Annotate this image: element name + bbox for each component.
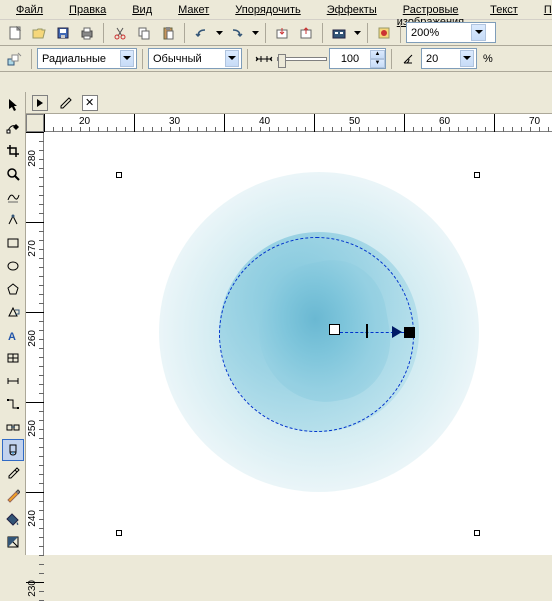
percent-label: % <box>483 53 493 65</box>
menu-text[interactable]: Текст <box>478 2 530 17</box>
undo-button[interactable] <box>190 22 212 44</box>
menu-effects[interactable]: Эффекты <box>315 2 389 17</box>
new-doc-button[interactable] <box>4 22 26 44</box>
blend-mode-dropdown[interactable] <box>225 50 239 67</box>
table-tool[interactable] <box>2 347 24 369</box>
midpoint-icon <box>253 48 275 70</box>
eyedropper-tool[interactable] <box>2 462 24 484</box>
ruler-corner <box>26 114 44 132</box>
steps-input[interactable] <box>426 53 460 65</box>
blend-mode-combo[interactable] <box>148 48 242 69</box>
basic-shapes-tool[interactable] <box>2 301 24 323</box>
save-button[interactable] <box>52 22 74 44</box>
copy-button[interactable] <box>133 22 155 44</box>
selection-handle-br[interactable] <box>474 530 480 536</box>
menu-bitmaps[interactable]: Растровые изображения <box>391 2 476 17</box>
ellipse-tool[interactable] <box>2 255 24 277</box>
transparency-ellipse[interactable] <box>219 237 414 432</box>
fill-tool[interactable] <box>2 508 24 530</box>
rectangle-tool[interactable] <box>2 232 24 254</box>
open-button[interactable] <box>28 22 50 44</box>
gradient-midpoint-handle[interactable] <box>366 324 368 338</box>
selection-handle-tr[interactable] <box>474 172 480 178</box>
zoom-dropdown[interactable] <box>471 24 486 41</box>
svg-text:A: A <box>8 331 16 342</box>
color-well-none[interactable] <box>82 95 98 111</box>
angle-icon <box>397 48 419 70</box>
export-button[interactable] <box>295 22 317 44</box>
opacity-up[interactable]: ▲ <box>370 50 385 59</box>
selection-handle-tl[interactable] <box>116 172 122 178</box>
play-preview-button[interactable] <box>32 95 48 111</box>
dimension-tool[interactable] <box>2 370 24 392</box>
gradient-start-node[interactable] <box>329 324 340 335</box>
edit-transparency-button[interactable] <box>4 48 26 70</box>
menu-arrange[interactable]: Упорядочить <box>223 2 312 17</box>
steps-dropdown[interactable] <box>460 50 474 67</box>
import-button[interactable] <box>271 22 293 44</box>
sub-eyedropper-icon[interactable] <box>54 93 76 113</box>
redo-button[interactable] <box>226 22 248 44</box>
app-dropdown[interactable] <box>352 22 362 44</box>
shape-tool[interactable] <box>2 117 24 139</box>
polygon-tool[interactable] <box>2 278 24 300</box>
selection-handle-bl[interactable] <box>116 530 122 536</box>
cut-button[interactable] <box>109 22 131 44</box>
midpoint-slider[interactable] <box>277 57 327 61</box>
text-tool[interactable]: A <box>2 324 24 346</box>
ruler-vertical: 280 270 260 250 240 230 <box>26 132 44 555</box>
print-button[interactable] <box>76 22 98 44</box>
smart-draw-tool[interactable] <box>2 209 24 231</box>
app-launcher-button[interactable] <box>328 22 350 44</box>
crop-tool[interactable] <box>2 140 24 162</box>
canvas[interactable] <box>44 132 552 555</box>
opacity-down[interactable]: ▼ <box>370 59 385 68</box>
ruler-horizontal: 20 30 40 50 60 70 <box>44 114 552 132</box>
interactive-fill-tool[interactable] <box>2 531 24 553</box>
undo-dropdown[interactable] <box>214 22 224 44</box>
connector-tool[interactable] <box>2 393 24 415</box>
opacity-numbox[interactable]: ▲▼ <box>329 48 386 69</box>
pick-tool[interactable] <box>2 94 24 116</box>
steps-combo[interactable] <box>421 48 477 69</box>
gradient-end-node[interactable] <box>404 327 415 338</box>
zoom-input[interactable] <box>411 27 471 39</box>
redo-dropdown[interactable] <box>250 22 260 44</box>
menu-edit[interactable]: Правка <box>57 2 118 17</box>
paste-button[interactable] <box>157 22 179 44</box>
zoom-tool[interactable] <box>2 163 24 185</box>
zoom-combo[interactable] <box>406 22 496 43</box>
fill-type-input[interactable] <box>42 53 120 65</box>
outline-tool[interactable] <box>2 485 24 507</box>
menu-file[interactable]: Файл <box>4 2 55 17</box>
transparency-tool[interactable] <box>2 439 24 461</box>
fill-type-dropdown[interactable] <box>120 50 134 67</box>
welcome-button[interactable] <box>373 22 395 44</box>
menu-view[interactable]: Вид <box>120 2 164 17</box>
menu-layout[interactable]: Макет <box>166 2 221 17</box>
fill-type-combo[interactable] <box>37 48 137 69</box>
opacity-input[interactable] <box>330 53 370 65</box>
blend-mode-input[interactable] <box>153 53 225 65</box>
blend-tool[interactable] <box>2 416 24 438</box>
freehand-tool[interactable] <box>2 186 24 208</box>
menu-partial[interactable]: П <box>532 2 552 17</box>
